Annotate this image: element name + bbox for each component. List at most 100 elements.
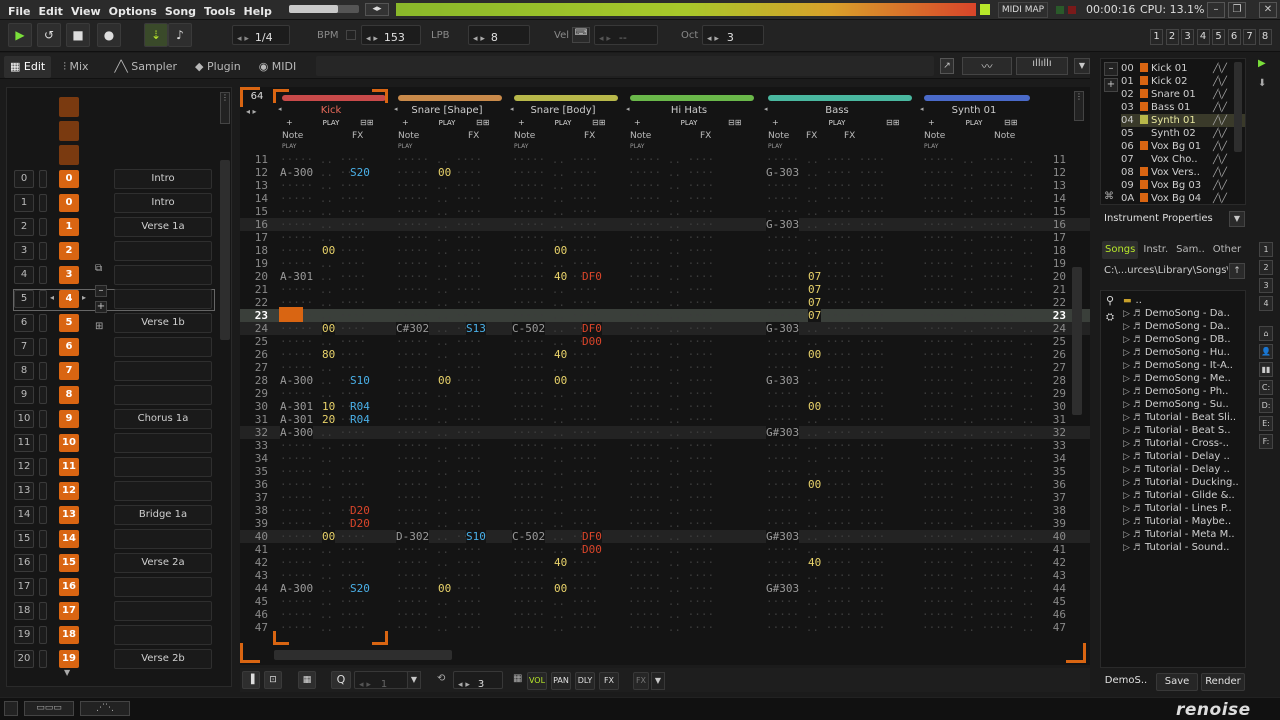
empty-cell[interactable]: ····· .. ···· [512, 179, 598, 192]
pattern-number[interactable]: 18 [59, 626, 79, 644]
drive-f[interactable]: F: [1259, 434, 1273, 449]
empty-cell[interactable]: ····· .. ···· [628, 270, 714, 283]
pattern-cell[interactable]: G-303 [766, 322, 800, 335]
home-icon[interactable]: ⌂ [1259, 326, 1273, 341]
pattern-cell[interactable]: C#302 [396, 322, 430, 335]
pattern-matrix-icon[interactable]: ▦ [298, 671, 316, 689]
empty-cell[interactable]: ····· .. ···· [628, 283, 714, 296]
track-header[interactable]: Hi Hats ◂ + PLAY ⊟⊞ Note PLAY FX [624, 93, 754, 150]
sequence-matrix-icon[interactable]: ⊞ [95, 321, 103, 332]
browser-search-icon[interactable]: ⚲ [1106, 294, 1114, 307]
empty-cell[interactable]: ····· .. ···· [512, 608, 598, 621]
pattern-vscrollbar[interactable] [1072, 267, 1082, 415]
empty-cell[interactable]: ····· .. ···· [396, 543, 482, 556]
sequence-scroll-down-icon[interactable]: ▼ [64, 668, 70, 677]
collapse-track-icon[interactable]: ◂ [920, 105, 924, 113]
collapse-track-icon[interactable]: ◂ [278, 105, 282, 113]
render-button[interactable]: Render [1201, 673, 1245, 691]
browser-up-icon[interactable]: ↑ [1229, 263, 1245, 279]
scope-view-icon[interactable]: 〰 [962, 57, 1012, 75]
track-header[interactable]: Synth 01 ◂ + PLAY ⊟⊞ Note PLAY Note [918, 93, 1030, 150]
fx-column-toggle[interactable]: FX [599, 672, 619, 690]
pattern-cell[interactable]: S13 [466, 322, 486, 335]
empty-cell[interactable]: ····· .. ···· ···· [766, 465, 885, 478]
empty-cell[interactable]: ····· .. ····· .. [922, 621, 1035, 634]
section-name[interactable] [114, 265, 212, 285]
browser-file-item[interactable]: ▷ ♬ DemoSong - Da.. [1123, 307, 1245, 320]
empty-cell[interactable]: ····· .. ···· [512, 452, 598, 465]
right-edge-green-icon[interactable]: ▶ [1258, 58, 1272, 72]
empty-cell[interactable]: ····· .. ···· [280, 361, 366, 374]
sequencer-row[interactable]: 6 5 Verse 1b [14, 313, 214, 334]
empty-cell[interactable]: ····· .. ···· [396, 413, 482, 426]
empty-cell[interactable]: ····· .. ····· .. [922, 517, 1035, 530]
sequence-mute-toggle[interactable] [39, 386, 47, 404]
empty-cell[interactable]: ····· .. ···· [396, 400, 482, 413]
track-header[interactable]: Snare [Body] ◂ + PLAY ⊟⊞ Note PLAY FX [508, 93, 618, 150]
empty-cell[interactable]: ····· .. ····· .. [922, 504, 1035, 517]
browser-file-item[interactable]: ▷ ♬ DemoSong - Me.. [1123, 372, 1245, 385]
empty-cell[interactable]: ····· .. ···· [396, 153, 482, 166]
spectrum-view-icon[interactable]: ıllıllı [1016, 57, 1068, 75]
empty-cell[interactable]: ····· .. ···· ···· [766, 569, 885, 582]
empty-cell[interactable]: ····· .. ···· [280, 283, 366, 296]
fx-column-stepper-icon[interactable]: ⊟⊞ [886, 118, 899, 127]
menu-view[interactable]: View [67, 3, 105, 18]
empty-cell[interactable]: ····· .. ···· [628, 166, 714, 179]
pattern-cell[interactable]: S10 [466, 530, 486, 543]
toggle-advanced-edit-icon[interactable]: ⊡ [264, 671, 282, 689]
sequence-mute-toggle[interactable] [39, 266, 47, 284]
empty-cell[interactable]: ····· .. ···· [628, 322, 714, 335]
pattern-cell[interactable]: 00 [808, 478, 822, 491]
empty-cell[interactable]: ····· .. ···· ···· [766, 556, 885, 569]
sequence-mute-toggle[interactable] [39, 194, 47, 212]
empty-cell[interactable]: ····· .. ···· [396, 621, 482, 634]
browser-file-item[interactable]: ▷ ♬ Tutorial - Glide &.. [1123, 489, 1245, 502]
pattern-cell[interactable]: G#303 [766, 530, 800, 543]
collapse-track-icon[interactable]: ◂ [394, 105, 398, 113]
browser-file-item[interactable]: ▷ ♬ Tutorial - Maybe.. [1123, 515, 1245, 528]
empty-cell[interactable]: ····· .. ····· .. [922, 478, 1035, 491]
menu-tools[interactable]: Tools [200, 3, 239, 18]
pattern-cell[interactable]: G-303 [766, 374, 800, 387]
sequence-mute-toggle[interactable] [39, 362, 47, 380]
track-header[interactable]: Snare [Shape] ◂ + PLAY ⊟⊞ Note PLAY FX [392, 93, 502, 150]
empty-cell[interactable]: ····· .. ····· .. [922, 400, 1035, 413]
empty-cell[interactable]: ····· .. ···· [628, 153, 714, 166]
sequencer-row[interactable]: 32 [14, 241, 214, 262]
section-name[interactable] [114, 577, 212, 597]
collapse-track-icon[interactable]: ◂ [510, 105, 514, 113]
sequencer-row[interactable]: 14 13 Bridge 1a [14, 505, 214, 526]
pattern-cell[interactable]: 40 [554, 348, 568, 361]
instrument-scrollbar[interactable] [1234, 62, 1242, 152]
empty-cell[interactable]: ····· .. ···· [628, 452, 714, 465]
empty-cell[interactable]: ····· .. ···· [512, 491, 598, 504]
instrument-item[interactable]: 09 Vox Bg 03 ╱\╱ [1121, 179, 1245, 192]
browser-file-item[interactable]: ▷ ♬ Tutorial - Meta M.. [1123, 528, 1245, 541]
sequence-remove-button[interactable]: – [95, 285, 107, 297]
empty-cell[interactable]: ····· .. ···· [512, 296, 598, 309]
empty-cell[interactable]: ····· .. ···· [512, 595, 598, 608]
empty-cell[interactable]: ····· .. ···· [396, 348, 482, 361]
follow-icon[interactable]: ⇣ [144, 23, 168, 47]
empty-cell[interactable]: ····· .. ···· [628, 517, 714, 530]
pattern-cell[interactable]: 00 [808, 348, 822, 361]
sequencer-row[interactable]: 76 [14, 337, 214, 358]
browser-file-item[interactable]: ▷ ♬ Tutorial - Delay .. [1123, 463, 1245, 476]
empty-cell[interactable]: ····· .. ····· .. [922, 361, 1035, 374]
right-edge-toggle-icon[interactable]: ⬇ [1258, 78, 1272, 92]
empty-cell[interactable]: ····· .. ···· [280, 595, 366, 608]
empty-cell[interactable]: ····· .. ····· .. [922, 205, 1035, 218]
empty-cell[interactable]: ····· .. ···· [396, 569, 482, 582]
empty-cell[interactable]: ····· .. ···· ···· [766, 621, 885, 634]
empty-cell[interactable]: ····· .. ···· [396, 426, 482, 439]
section-name[interactable] [114, 337, 212, 357]
fx-column-stepper-icon[interactable]: ⊟⊞ [476, 118, 489, 127]
instrument-item[interactable]: 00 Kick 01 ╱\╱ [1121, 62, 1245, 75]
empty-cell[interactable]: ····· .. ···· ···· [766, 257, 885, 270]
metronome-icon[interactable]: ♪ [168, 23, 192, 47]
empty-cell[interactable]: ····· .. ···· [512, 257, 598, 270]
pattern-number[interactable]: 0 [59, 170, 79, 188]
pattern-cell[interactable]: S20 [350, 166, 370, 179]
pattern-cell[interactable]: R04 [350, 400, 370, 413]
